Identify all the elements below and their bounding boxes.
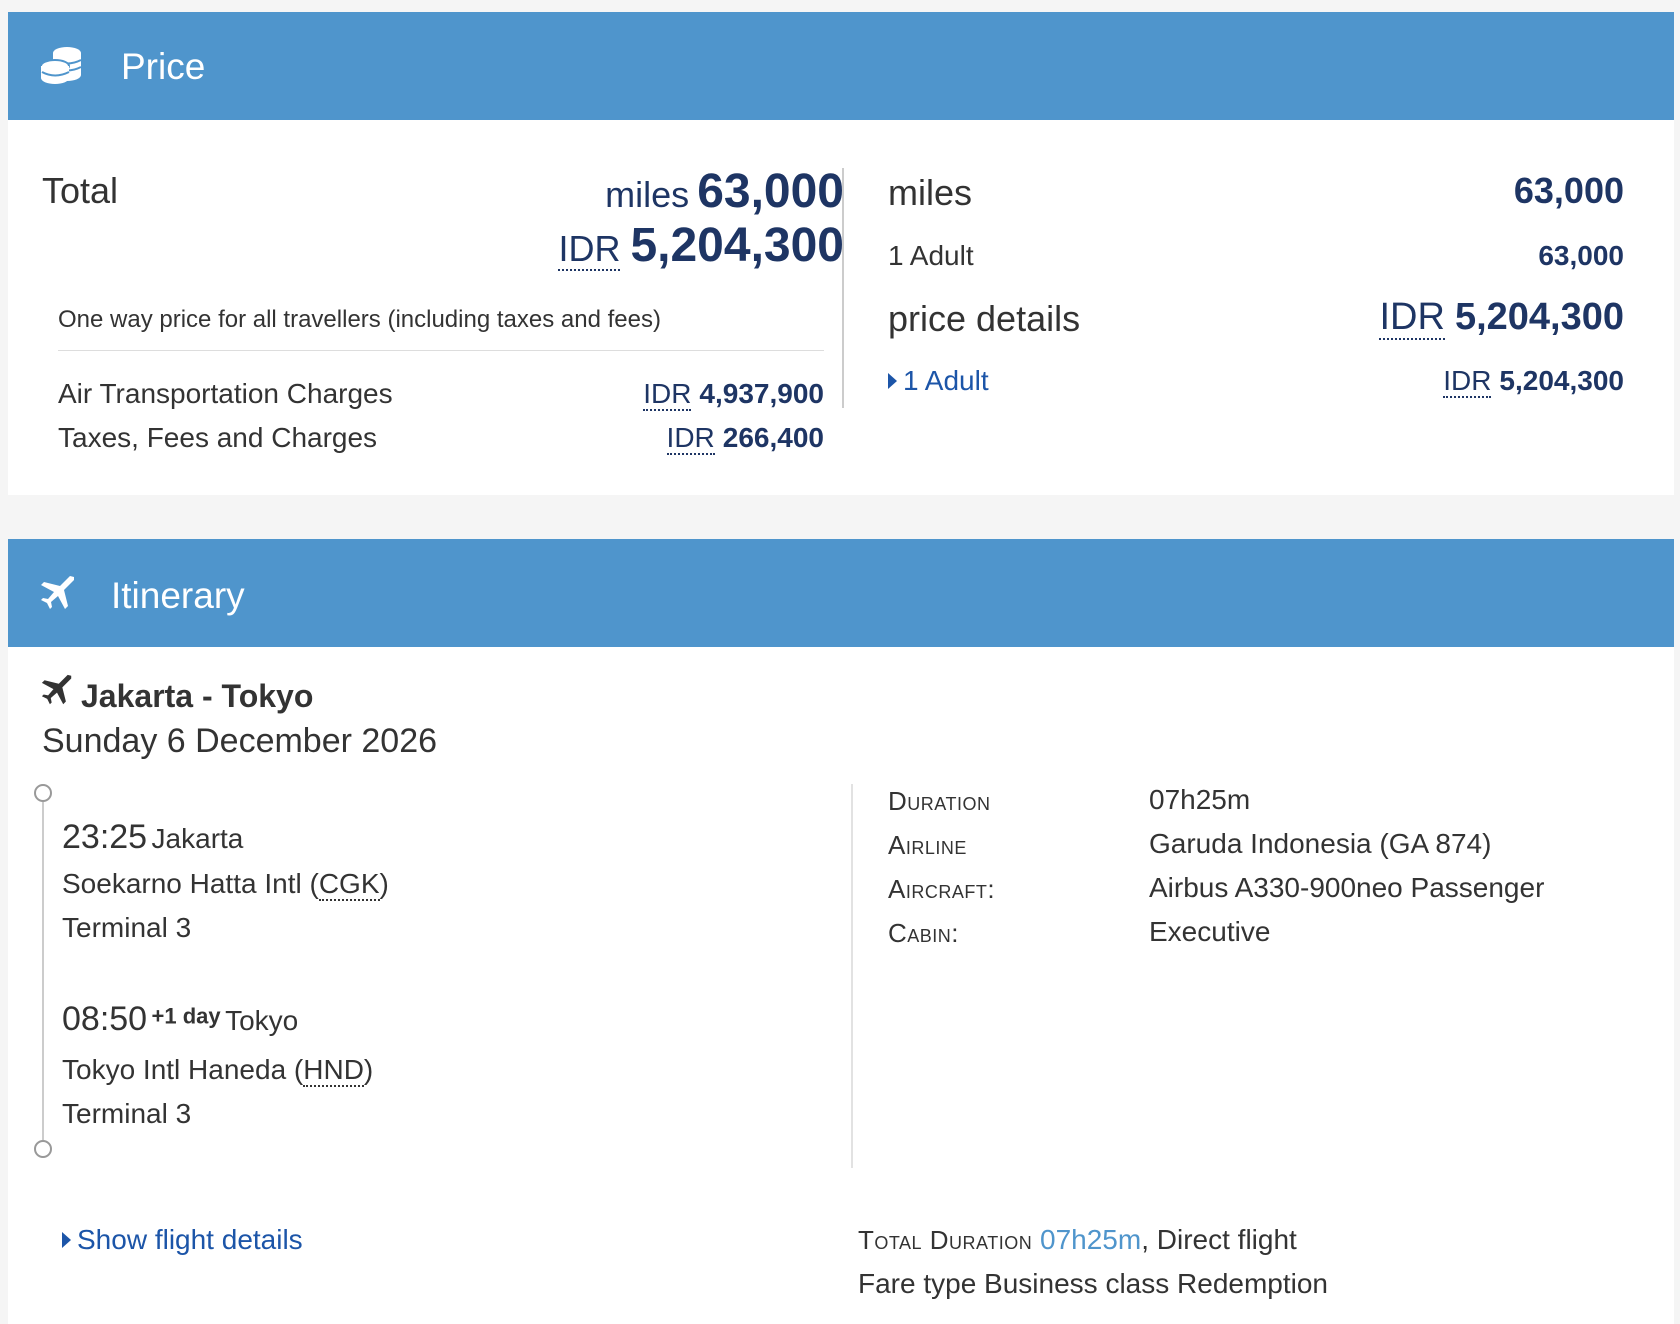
miles-label: miles bbox=[888, 172, 973, 213]
arrival-time-row: 08:50 +1 day Tokyo bbox=[62, 1000, 298, 1039]
price-adult-value: 5,204,300 bbox=[1499, 365, 1624, 396]
departure-airport-name: Soekarno Hatta Intl bbox=[62, 868, 302, 899]
caret-right-icon bbox=[62, 1232, 71, 1248]
duration-value: 07h25m bbox=[1149, 784, 1251, 815]
adult-miles-value: 63,000 bbox=[1538, 240, 1624, 271]
total-idr-value: 5,204,300 bbox=[630, 219, 844, 272]
price-details-label: price details bbox=[888, 298, 1081, 339]
total-idr: IDR 5,204,300 bbox=[558, 218, 844, 273]
departure-time-row: 23:25 Jakarta bbox=[62, 818, 243, 857]
departure-terminal: Terminal 3 bbox=[62, 912, 192, 943]
air-charges-currency: IDR bbox=[643, 378, 692, 411]
timeline-line bbox=[42, 802, 44, 1140]
departure-airport-code: CGK bbox=[318, 868, 380, 901]
price-adult-currency: IDR bbox=[1443, 365, 1492, 398]
price-note: One way price for all travellers (includ… bbox=[58, 306, 661, 333]
timeline-end-dot bbox=[34, 1140, 52, 1158]
price-adult-toggle[interactable]: 1 Adult bbox=[888, 365, 989, 397]
departure-airport: Soekarno Hatta Intl (CGK) bbox=[62, 868, 389, 901]
total-miles: miles 63,000 bbox=[605, 164, 844, 219]
itinerary-separator bbox=[851, 784, 853, 1168]
total-miles-unit: miles bbox=[605, 174, 690, 215]
miles-value: 63,000 bbox=[1513, 170, 1624, 211]
total-duration-value: 07h25m bbox=[1040, 1224, 1142, 1255]
show-flight-details-label: Show flight details bbox=[77, 1224, 303, 1255]
day-offset: +1 day bbox=[151, 1003, 221, 1029]
caret-right-icon bbox=[888, 373, 897, 389]
taxes-amount: IDR 266,400 bbox=[666, 422, 824, 455]
departure-city: Jakarta bbox=[151, 823, 244, 854]
total-duration-label: Total Duration bbox=[858, 1225, 1033, 1255]
route-plane-icon bbox=[41, 674, 73, 711]
price-details-value: 5,204,300 bbox=[1454, 296, 1624, 338]
airline-value: Garuda Indonesia (GA 874) bbox=[1149, 828, 1492, 859]
departure-time: 23:25 bbox=[62, 818, 148, 856]
price-details-amount: IDR 5,204,300 bbox=[1379, 296, 1624, 340]
arrival-airport-code: HND bbox=[303, 1054, 364, 1087]
taxes-label: Taxes, Fees and Charges bbox=[58, 422, 378, 453]
price-panel: Total miles 63,000 IDR 5,204,300 One way p… bbox=[8, 120, 1674, 495]
plane-icon bbox=[40, 575, 76, 616]
airline-label: Airline bbox=[888, 830, 967, 860]
price-details-currency: IDR bbox=[1379, 296, 1445, 340]
arrival-terminal: Terminal 3 bbox=[62, 1098, 192, 1129]
air-charges-value: 4,937,900 bbox=[699, 378, 824, 409]
price-divider bbox=[58, 350, 824, 351]
show-flight-details-link[interactable]: Show flight details bbox=[62, 1224, 303, 1256]
total-idr-unit: IDR bbox=[558, 228, 621, 271]
itinerary-header: Itinerary bbox=[8, 539, 1674, 650]
arrival-city: Tokyo bbox=[225, 1005, 299, 1036]
price-title: Price bbox=[121, 46, 206, 87]
adult-miles-label: 1 Adult bbox=[888, 240, 974, 271]
total-miles-value: 63,000 bbox=[697, 165, 844, 218]
cabin-label: Cabin: bbox=[888, 918, 960, 948]
price-header: Price bbox=[8, 12, 1674, 120]
cabin-value: Executive bbox=[1149, 916, 1271, 947]
air-charges-amount: IDR 4,937,900 bbox=[643, 378, 824, 411]
total-label: Total bbox=[42, 170, 119, 211]
aircraft-label: Aircraft: bbox=[888, 874, 996, 904]
taxes-value: 266,400 bbox=[722, 422, 824, 453]
itinerary-panel: Jakarta - Tokyo Sunday 6 December 2026 2… bbox=[8, 650, 1674, 1324]
aircraft-value: Airbus A330-900neo Passenger bbox=[1149, 872, 1545, 903]
price-adult-label: 1 Adult bbox=[903, 365, 989, 396]
taxes-currency: IDR bbox=[666, 422, 715, 455]
fare-type: Fare type Business class Redemption bbox=[858, 1268, 1328, 1299]
coins-icon bbox=[40, 44, 84, 91]
arrival-time: 08:50 bbox=[62, 1000, 148, 1038]
timeline-start-dot bbox=[34, 784, 52, 802]
direct-flight: , Direct flight bbox=[1141, 1224, 1297, 1255]
arrival-airport: Tokyo Intl Haneda (HND) bbox=[62, 1054, 374, 1087]
duration-label: Duration bbox=[888, 786, 991, 816]
arrival-airport-name: Tokyo Intl Haneda bbox=[62, 1054, 287, 1085]
flight-date: Sunday 6 December 2026 bbox=[42, 722, 438, 760]
total-duration: Total Duration 07h25m, Direct flight bbox=[858, 1224, 1297, 1256]
itinerary-title: Itinerary bbox=[111, 575, 245, 616]
air-charges-label: Air Transportation Charges bbox=[58, 378, 393, 409]
price-adult-amount: IDR 5,204,300 bbox=[1443, 365, 1624, 398]
price-separator bbox=[842, 168, 844, 408]
route-title: Jakarta - Tokyo bbox=[81, 678, 314, 714]
